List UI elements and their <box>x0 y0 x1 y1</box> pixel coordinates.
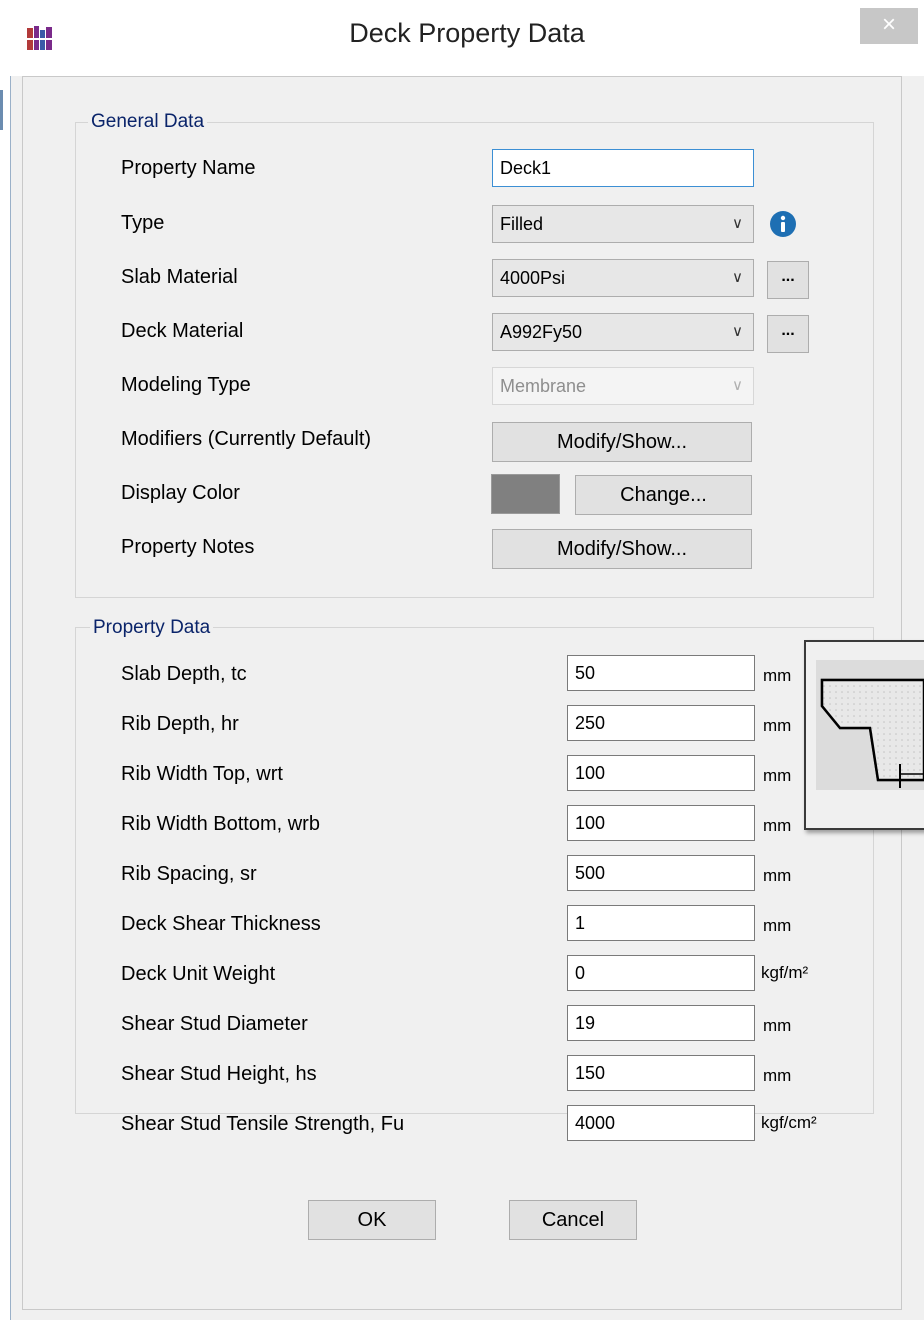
shear-stud-diameter-unit: mm <box>763 1016 792 1035</box>
type-label: Type <box>121 212 165 234</box>
chevron-down-icon: ∨ <box>732 323 743 340</box>
rib-width-top-label: Rib Width Top, wrt <box>121 763 283 785</box>
type-value: Filled <box>500 213 544 234</box>
slab-material-browse-button[interactable]: ... <box>767 261 809 299</box>
deck-unit-weight-input[interactable]: 0 <box>567 955 755 991</box>
type-dropdown[interactable]: Filled ∨ <box>492 205 754 243</box>
slab-depth-label: Slab Depth, tc <box>121 663 247 685</box>
shear-stud-diameter-label: Shear Stud Diameter <box>121 1013 308 1035</box>
shear-stud-diameter-input[interactable]: 19 <box>567 1005 755 1041</box>
shear-stud-tensile-strength-label: Shear Stud Tensile Strength, Fu <box>121 1113 405 1135</box>
deck-shear-thickness-label: Deck Shear Thickness <box>121 913 321 935</box>
shear-stud-tensile-strength-input[interactable]: 4000 <box>567 1105 755 1141</box>
slab-material-value: 4000Psi <box>500 267 566 288</box>
chevron-down-icon: ∨ <box>732 377 743 394</box>
shear-stud-height-unit: mm <box>763 1066 792 1085</box>
display-color-swatch[interactable] <box>491 474 560 514</box>
rib-spacing-input[interactable]: 500 <box>567 855 755 891</box>
rib-width-bottom-unit: mm <box>763 816 792 835</box>
deck-shear-thickness-input[interactable]: 1 <box>567 905 755 941</box>
property-data-legend: Property Data <box>90 617 214 639</box>
ok-button[interactable]: OK <box>308 1200 436 1240</box>
shear-stud-height-label: Shear Stud Height, hs <box>121 1063 317 1085</box>
rib-depth-input[interactable]: 250 <box>567 705 755 741</box>
deck-material-label: Deck Material <box>121 320 244 342</box>
general-data-legend: General Data <box>88 111 208 133</box>
chevron-down-icon: ∨ <box>732 215 743 232</box>
property-name-input[interactable]: Deck1 <box>492 149 754 187</box>
info-icon[interactable] <box>769 210 797 238</box>
dialog-title: Deck Property Data <box>349 18 585 48</box>
modifiers-modify-show-button[interactable]: Modify/Show... <box>492 422 752 462</box>
rib-width-top-input[interactable]: 100 <box>567 755 755 791</box>
general-data-group <box>75 122 874 598</box>
close-button[interactable]: × <box>860 8 918 44</box>
deck-material-dropdown[interactable]: A992Fy50 ∨ <box>492 313 754 351</box>
ellipsis-icon: ... <box>781 268 795 285</box>
deck-unit-weight-label: Deck Unit Weight <box>121 963 276 985</box>
close-icon: × <box>881 11 896 38</box>
display-color-label: Display Color <box>121 482 240 504</box>
slab-depth-unit: mm <box>763 666 792 685</box>
deck-section-preview-icon <box>816 660 924 790</box>
deck-section-preview <box>804 640 924 830</box>
property-name-label: Property Name <box>121 157 256 179</box>
modifiers-label: Modifiers (Currently Default) <box>121 428 372 450</box>
shear-stud-tensile-strength-unit: kgf/cm² <box>761 1113 817 1132</box>
shear-stud-height-input[interactable]: 150 <box>567 1055 755 1091</box>
rib-width-bottom-label: Rib Width Bottom, wrb <box>121 813 320 835</box>
rib-spacing-unit: mm <box>763 866 792 885</box>
rib-width-bottom-input[interactable]: 100 <box>567 805 755 841</box>
rib-depth-label: Rib Depth, hr <box>121 713 239 735</box>
property-notes-label: Property Notes <box>121 536 255 558</box>
deck-material-browse-button[interactable]: ... <box>767 315 809 353</box>
deck-material-value: A992Fy50 <box>500 321 583 342</box>
deck-unit-weight-unit: kgf/m² <box>761 963 809 982</box>
modeling-type-dropdown: Membrane ∨ <box>492 367 754 405</box>
slab-material-dropdown[interactable]: 4000Psi ∨ <box>492 259 754 297</box>
change-color-button[interactable]: Change... <box>575 475 752 515</box>
cancel-button[interactable]: Cancel <box>509 1200 637 1240</box>
rib-width-top-unit: mm <box>763 766 792 785</box>
ellipsis-icon: ... <box>781 322 795 339</box>
deck-shear-thickness-unit: mm <box>763 916 792 935</box>
notes-modify-show-button[interactable]: Modify/Show... <box>492 529 752 569</box>
window-edge-highlight <box>0 90 3 130</box>
slab-material-label: Slab Material <box>121 266 238 288</box>
modeling-type-label: Modeling Type <box>121 374 251 396</box>
rib-spacing-label: Rib Spacing, sr <box>121 863 257 885</box>
modeling-type-value: Membrane <box>500 375 587 396</box>
slab-depth-input[interactable]: 50 <box>567 655 755 691</box>
chevron-down-icon: ∨ <box>732 269 743 286</box>
rib-depth-unit: mm <box>763 716 792 735</box>
